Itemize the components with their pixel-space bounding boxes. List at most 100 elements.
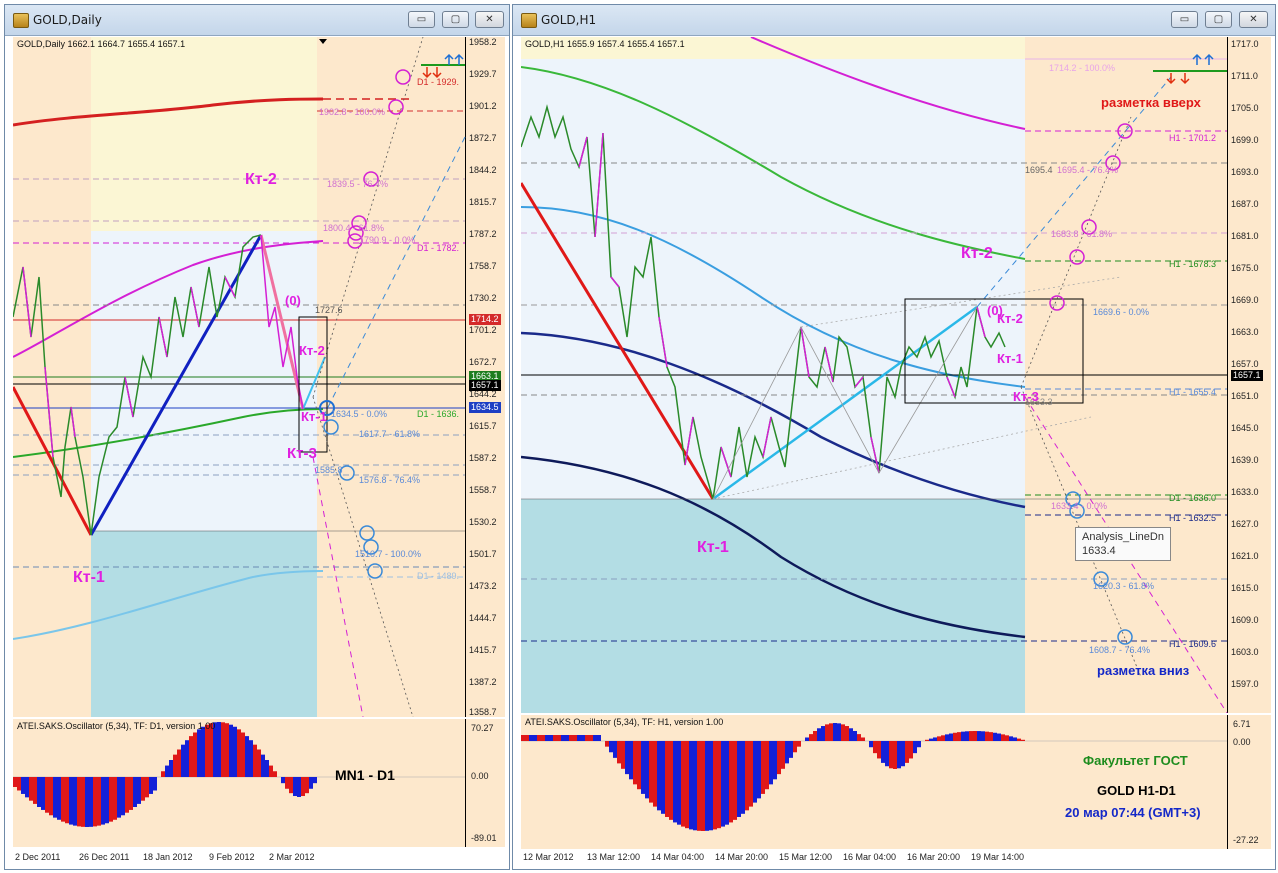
right-chart-window[interactable]: GOLD,H1 ▭ ▢ ✕ GOLD,H1 1655.9 1657.4 1655… [512, 4, 1276, 870]
faculty-label: Факультет ГОСТ [1083, 753, 1188, 768]
histogram-bar [537, 735, 541, 741]
histogram-bar [33, 777, 37, 804]
maximize-button[interactable]: ▢ [442, 11, 469, 28]
histogram-bar [897, 741, 901, 769]
date-tick: 9 Feb 2012 [209, 852, 255, 862]
histogram-bar [313, 777, 317, 784]
close-button[interactable]: ✕ [1239, 11, 1268, 28]
histogram-bar [781, 741, 785, 769]
right-chart-graphics [521, 37, 1229, 713]
right-price-chart[interactable]: GOLD,H1 1655.9 1657.4 1655.4 1657.1 1717… [521, 37, 1271, 713]
histogram-bar [229, 724, 233, 777]
histogram-bar [61, 777, 65, 822]
histogram-bar [729, 741, 733, 823]
price-tick: 1929.7 [469, 69, 497, 79]
histogram-bar [309, 777, 313, 789]
level-label: 1634.5 - 0.0% [331, 409, 388, 419]
histogram-bar [677, 741, 681, 825]
histogram-bar [813, 730, 817, 741]
histogram-bar [857, 734, 861, 741]
histogram-bar [1021, 739, 1025, 741]
histogram-bar [605, 741, 609, 747]
level-label: 1790.9 - 0.0% [359, 235, 416, 245]
osc-tick: -27.22 [1233, 835, 1259, 845]
histogram-bar [21, 777, 25, 794]
histogram-bar [941, 735, 945, 741]
histogram-bar [145, 777, 149, 798]
histogram-bar [241, 732, 245, 777]
histogram-bar [573, 735, 577, 741]
osc-tick: 0.00 [471, 771, 489, 781]
wave-label: Кт-3 [287, 445, 317, 462]
price-tick: 1844.2 [469, 165, 497, 175]
histogram-bar [285, 777, 289, 789]
price-tick: 1597.0 [1231, 679, 1259, 689]
histogram-bar [861, 737, 865, 741]
level-label: 1585.8 [315, 465, 343, 475]
histogram-bar [701, 741, 705, 831]
histogram-bar [245, 736, 249, 777]
datetime-label: 20 мар 07:44 (GMT+3) [1065, 805, 1201, 820]
histogram-bar [817, 728, 821, 741]
price-tick: 1645.0 [1231, 423, 1259, 433]
histogram-bar [57, 777, 61, 820]
price-box-current: 1657.1 [1231, 370, 1263, 381]
histogram-bar [885, 741, 889, 767]
histogram-bar [901, 741, 905, 767]
price-tick: 1717.0 [1231, 39, 1259, 49]
histogram-bar [869, 741, 873, 748]
histogram-bar [621, 741, 625, 769]
histogram-bar [853, 730, 857, 741]
right-oscillator-panel[interactable]: ATEI.SAKS.Oscillator (5,34), TF: H1, ver… [521, 715, 1271, 849]
maximize-button[interactable]: ▢ [1205, 11, 1232, 28]
right-date-axis: 12 Mar 2012 13 Mar 12:00 14 Mar 04:00 14… [521, 850, 1271, 866]
histogram-bar [753, 741, 757, 803]
price-box-red: 1714.2 [469, 314, 501, 325]
histogram-bar [849, 728, 853, 741]
left-window-titlebar[interactable]: GOLD,Daily ▭ ▢ ✕ [5, 5, 509, 36]
price-tick: 1901.2 [469, 101, 497, 111]
price-tick: 1603.0 [1231, 647, 1259, 657]
price-tick: 1711.0 [1231, 71, 1258, 81]
histogram-bar [617, 741, 621, 764]
close-button[interactable]: ✕ [475, 11, 504, 28]
level-label: 1800.4 - 61.8% [323, 223, 385, 233]
histogram-bar [581, 735, 585, 741]
histogram-bar [193, 732, 197, 777]
left-price-chart[interactable]: GOLD,Daily 1662.1 1664.7 1655.4 1657.1 1… [13, 37, 505, 717]
right-symbol-info: GOLD,H1 1655.9 1657.4 1655.4 1657.1 [525, 39, 685, 49]
price-tick: 1669.0 [1231, 295, 1259, 305]
histogram-bar [957, 732, 961, 741]
tooltip-title: Analysis_LineDn [1082, 531, 1164, 543]
wave-label: Кт-1 [997, 351, 1023, 366]
price-tick: 1872.7 [469, 133, 497, 143]
price-box-black: 1657.1 [469, 380, 501, 391]
level-label: 1633.4 - 0.0% [1051, 501, 1108, 511]
histogram-bar [637, 741, 641, 790]
oscillator-note: MN1 - D1 [335, 767, 395, 783]
histogram-bar [645, 741, 649, 799]
histogram-bar [221, 722, 225, 777]
histogram-bar [169, 760, 173, 777]
wave-label: Кт-2 [961, 245, 993, 262]
right-window-title: GOLD,H1 [541, 13, 597, 27]
histogram-bar [181, 744, 185, 777]
histogram-bar [673, 741, 677, 823]
histogram-bar [725, 741, 729, 825]
right-window-titlebar[interactable]: GOLD,H1 ▭ ▢ ✕ [513, 5, 1275, 36]
histogram-bar [905, 741, 909, 763]
histogram-bar [189, 736, 193, 777]
histogram-bar [89, 777, 93, 827]
histogram-bar [521, 735, 525, 741]
histogram-bar [629, 741, 633, 780]
histogram-bar [589, 735, 593, 741]
left-chart-window[interactable]: GOLD,Daily ▭ ▢ ✕ GOLD,Daily 1662.1 1664.… [4, 4, 510, 870]
histogram-bar [297, 777, 301, 797]
wave-label: Кт-1 [301, 409, 327, 424]
minimize-button[interactable]: ▭ [408, 11, 435, 28]
level-label: H1 - 1632.5 [1169, 513, 1217, 523]
level-label: 1683.8 - 61.8% [1051, 229, 1113, 239]
left-oscillator-panel[interactable]: ATEI.SAKS.Oscillator (5,34), TF: D1, ver… [13, 719, 505, 847]
histogram-bar [765, 741, 769, 790]
minimize-button[interactable]: ▭ [1171, 11, 1198, 28]
